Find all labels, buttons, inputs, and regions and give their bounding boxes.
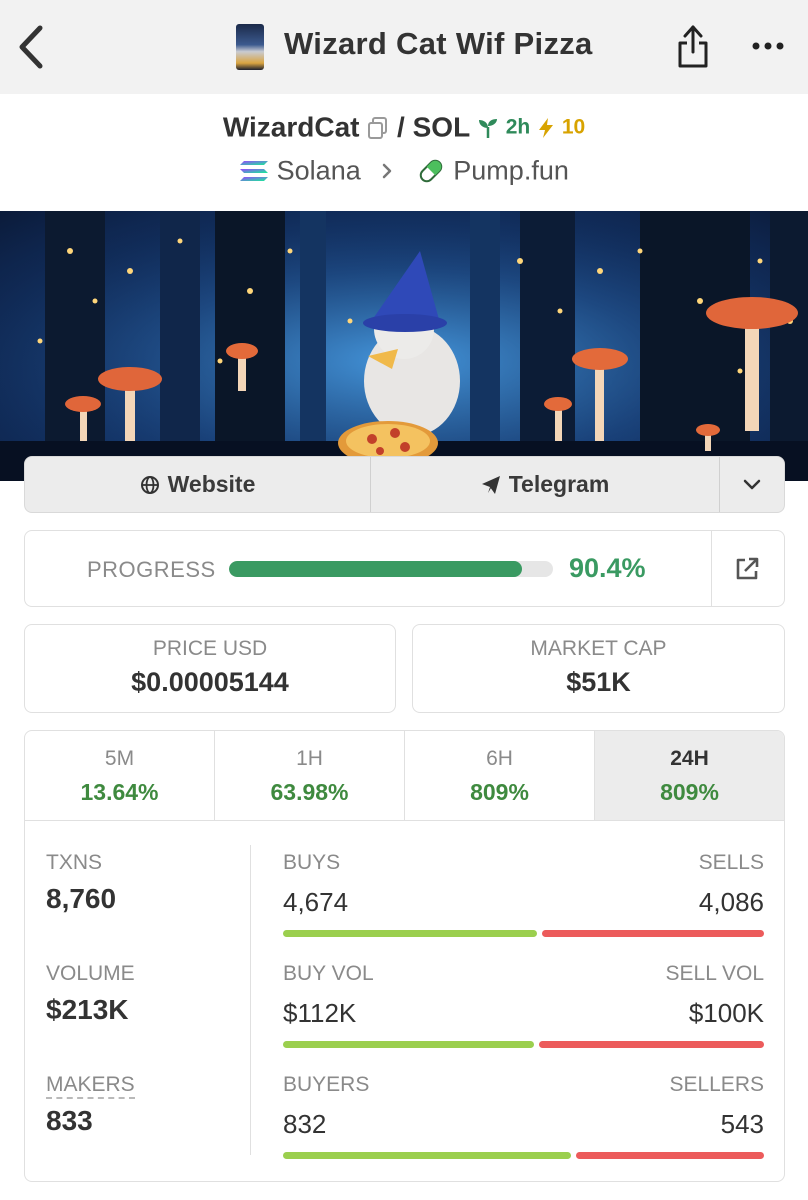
buyers-label: BUYERS <box>283 1073 370 1096</box>
chain-breadcrumb: Solana Pump.fun <box>0 154 808 194</box>
tab-label: 24H <box>670 747 709 770</box>
volume-label: VOLUME <box>46 962 135 985</box>
top-bar: Wizard Cat Wif Pizza <box>0 0 808 94</box>
buyers-value: 832 <box>283 1109 327 1139</box>
volume-ratio-bar <box>283 1041 764 1048</box>
tab-change: 809% <box>470 779 529 805</box>
market-cap-card: MARKET CAP $51K <box>412 624 785 713</box>
boost-count: 10 <box>561 115 586 139</box>
external-link-icon[interactable] <box>733 555 761 583</box>
tab-change: 809% <box>660 779 719 805</box>
makers-value: 833 <box>46 1105 93 1136</box>
buy-bar <box>283 1041 534 1048</box>
pair-age: 2h <box>505 115 531 139</box>
website-button[interactable]: Website <box>25 457 371 512</box>
buy-bar <box>283 930 537 937</box>
divider <box>250 845 251 1155</box>
telegram-label: Telegram <box>508 471 610 497</box>
quote-symbol: SOL <box>412 111 471 143</box>
tab-1h[interactable]: 1H 63.98% <box>215 731 405 820</box>
buy-vol-label: BUY VOL <box>283 962 374 985</box>
progress-bar-fill <box>229 561 522 577</box>
buys-label: BUYS <box>283 851 341 874</box>
lightning-icon <box>539 117 554 138</box>
sellers-label: SELLERS <box>669 1073 764 1096</box>
sell-bar <box>539 1041 764 1048</box>
price-usd-label: PRICE USD <box>152 637 268 660</box>
progress-bar <box>229 561 553 577</box>
sell-bar <box>542 930 764 937</box>
chevron-down-icon <box>743 479 761 489</box>
dex-name[interactable]: Pump.fun <box>453 155 569 185</box>
more-links-dropdown[interactable] <box>720 457 784 512</box>
tab-label: 5M <box>104 747 135 770</box>
bonding-progress-card: PROGRESS 90.4% <box>24 530 785 607</box>
buy-vol-value: $112K <box>283 998 357 1028</box>
solana-icon <box>240 160 269 181</box>
txns-label: TXNS <box>46 851 103 874</box>
makers-stat: MAKERS 833 <box>46 1073 135 1137</box>
page-title: Wizard Cat Wif Pizza <box>284 26 593 61</box>
price-usd-value: $0.00005144 <box>131 667 289 697</box>
price-usd-card: PRICE USD $0.00005144 <box>24 624 396 713</box>
txns-value: 8,760 <box>46 883 117 914</box>
volume-value: $213K <box>46 994 129 1025</box>
market-cap-value: $51K <box>566 667 631 697</box>
progress-label: PROGRESS <box>87 557 216 582</box>
txns-stat: TXNS 8,760 <box>46 851 116 915</box>
website-label: Website <box>167 471 256 497</box>
sellers-value: 543 <box>720 1109 764 1139</box>
base-symbol: WizardCat <box>222 111 360 143</box>
volume-stat: VOLUME $213K <box>46 962 135 1026</box>
telegram-icon <box>481 475 500 494</box>
tab-24h[interactable]: 24H 809% <box>595 731 784 820</box>
telegram-button[interactable]: Telegram <box>371 457 720 512</box>
pair-separator: / <box>397 111 405 143</box>
tab-5m[interactable]: 5M 13.64% <box>25 731 215 820</box>
globe-icon <box>140 475 159 494</box>
progress-value: 90.4% <box>569 553 646 583</box>
makers-label[interactable]: MAKERS <box>46 1073 135 1099</box>
chevron-left-icon[interactable] <box>12 22 52 72</box>
sell-vol-value: $100K <box>688 998 764 1028</box>
token-banner-image <box>0 211 808 481</box>
share-icon[interactable] <box>676 22 710 70</box>
tab-change: 63.98% <box>270 779 349 805</box>
buyers-sellers-ratio-bar <box>283 1152 764 1159</box>
tab-6h[interactable]: 6H 809% <box>405 731 595 820</box>
buy-bar <box>283 1152 571 1159</box>
sell-vol-label: SELL VOL <box>665 962 764 985</box>
tab-label: 1H <box>296 747 323 770</box>
divider <box>711 531 712 606</box>
sells-label: SELLS <box>698 851 764 874</box>
market-cap-label: MARKET CAP <box>530 637 667 660</box>
sell-bar <box>576 1152 764 1159</box>
sells-value: 4,086 <box>698 887 764 917</box>
token-avatar <box>236 24 264 70</box>
tab-change: 13.64% <box>80 779 159 805</box>
pill-icon <box>419 159 443 183</box>
buys-value: 4,674 <box>283 887 349 917</box>
chevron-right-icon <box>383 163 392 179</box>
timeframe-tabs: 5M 13.64% 1H 63.98% 6H 809% 24H 809% <box>24 730 785 821</box>
seedling-icon <box>478 118 497 138</box>
tab-label: 6H <box>486 747 513 770</box>
buys-sells-ratio-bar <box>283 930 764 937</box>
social-links-bar: Website Telegram <box>24 456 785 513</box>
pair-title: WizardCat / SOL 2h 10 <box>0 110 808 150</box>
more-horizontal-icon[interactable] <box>750 36 786 56</box>
copy-icon[interactable] <box>367 116 389 140</box>
transaction-stats: TXNS 8,760 VOLUME $213K MAKERS 833 BUYS … <box>24 821 785 1182</box>
chain-name[interactable]: Solana <box>277 155 361 185</box>
